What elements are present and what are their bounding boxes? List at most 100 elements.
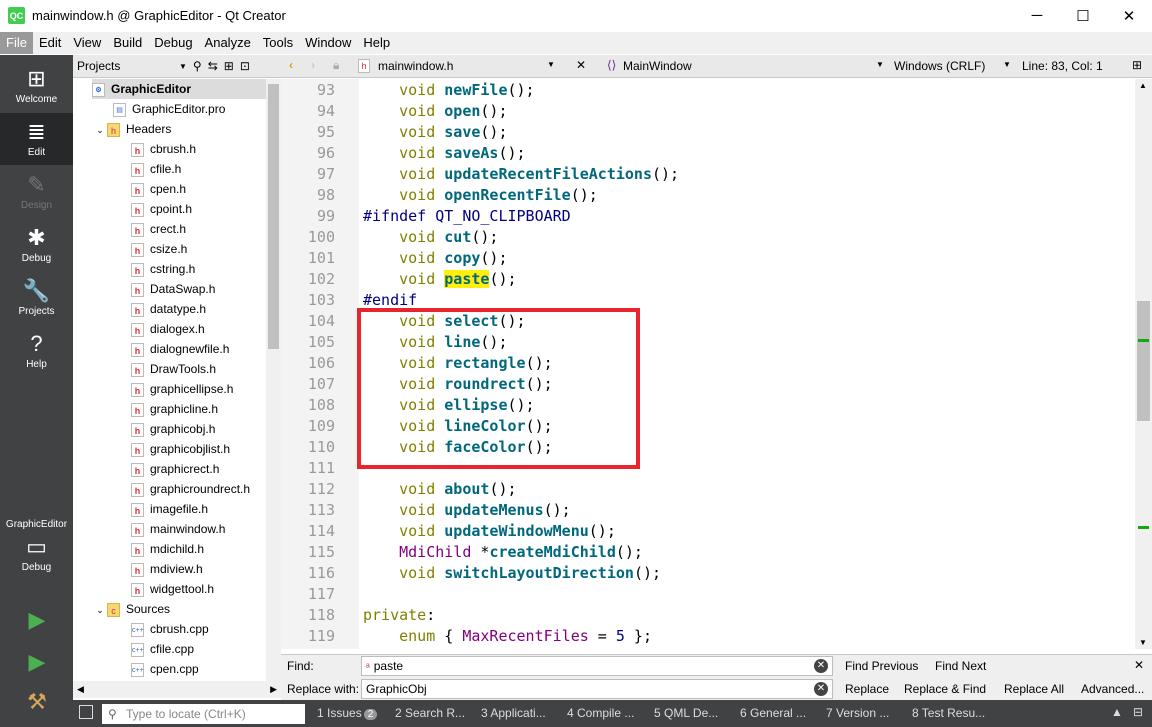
close-button[interactable]: ✕	[1106, 0, 1152, 31]
find-next-button[interactable]: Find Next	[935, 659, 986, 673]
document-dropdown-icon[interactable]: ▼	[547, 60, 555, 69]
tree-item-header[interactable]: h graphicrect.h	[131, 459, 219, 479]
open-document-selector[interactable]: mainwindow.h	[378, 59, 453, 73]
output-tab-3[interactable]: 3 Applicati...	[481, 706, 546, 720]
output-tab-1[interactable]: 1 Issues 2	[317, 706, 378, 720]
replace-button[interactable]: Replace	[845, 682, 889, 696]
tree-item-header[interactable]: h dialognewfile.h	[131, 339, 229, 359]
close-find-icon[interactable]: ✕	[1134, 658, 1144, 672]
tree-item-headers-folder[interactable]: ⌄ h Headers	[93, 119, 171, 139]
tree-item-source[interactable]: c++ cbrush.cpp	[131, 619, 209, 639]
chevron-down-icon[interactable]: ▼	[179, 62, 187, 71]
link-icon[interactable]: ⇆	[208, 59, 218, 73]
toggle-sidebar-icon[interactable]	[79, 705, 93, 719]
tree-item-sources-folder[interactable]: ⌄ c Sources	[93, 599, 170, 619]
tree-item-header[interactable]: h imagefile.h	[131, 499, 208, 519]
menu-analyze[interactable]: Analyze	[199, 32, 257, 54]
menu-window[interactable]: Window	[299, 32, 357, 54]
chevron-down-icon[interactable]: ⌄	[93, 120, 107, 140]
filter-icon[interactable]: ⚲	[193, 59, 202, 73]
tree-item-source[interactable]: c++ cfile.cpp	[131, 639, 194, 659]
chevron-down-icon[interactable]: ⌄	[93, 600, 107, 620]
tree-horizontal-scrollbar[interactable]: ◀ ▶	[73, 681, 281, 698]
tree-item-project-root[interactable]: ⚙ GraphicEditor	[92, 79, 266, 99]
tree-item-header[interactable]: h cstring.h	[131, 259, 195, 279]
forward-arrow-icon[interactable]: ›	[311, 58, 315, 72]
tree-item-source[interactable]: c++ cpen.cpp	[131, 659, 199, 679]
tree-item-header[interactable]: h mdichild.h	[131, 539, 204, 559]
projects-view-selector[interactable]: Projects	[77, 59, 179, 73]
find-options-icon[interactable]: ᵃ	[366, 662, 370, 673]
output-pane-up-icon[interactable]: ▲	[1111, 705, 1123, 719]
tree-item-header[interactable]: h datatype.h	[131, 299, 206, 319]
advanced-button[interactable]: Advanced...	[1081, 682, 1144, 696]
menu-edit[interactable]: Edit	[33, 32, 67, 54]
tree-item-header[interactable]: h graphicobj.h	[131, 419, 215, 439]
output-tab-8[interactable]: 8 Test Resu...	[912, 706, 985, 720]
symbol-dropdown-icon[interactable]: ▼	[876, 60, 884, 69]
tree-scrollbar[interactable]	[266, 79, 281, 681]
menu-help[interactable]: Help	[357, 32, 396, 54]
mode-edit[interactable]: ≣ Edit	[0, 113, 73, 165]
find-previous-button[interactable]: Find Previous	[845, 659, 918, 673]
mode-welcome[interactable]: ⊞ Welcome	[0, 60, 73, 112]
clear-find-icon[interactable]: ✕	[814, 659, 828, 673]
tree-item-header[interactable]: h crect.h	[131, 219, 186, 239]
tree-item-header[interactable]: h graphicroundrect.h	[131, 479, 250, 499]
close-pane-icon[interactable]: ⊡	[240, 59, 250, 73]
minimize-button[interactable]: ─	[1014, 0, 1060, 31]
output-tab-4[interactable]: 4 Compile ...	[567, 706, 634, 720]
find-input[interactable]: ᵃ paste ✕	[361, 656, 833, 676]
menu-view[interactable]: View	[67, 32, 107, 54]
tree-item-header[interactable]: h graphicline.h	[131, 399, 218, 419]
mode-projects[interactable]: 🔧 Projects	[0, 272, 73, 324]
tree-item-header[interactable]: h cbrush.h	[131, 139, 196, 159]
replace-and-find-button[interactable]: Replace & Find	[904, 682, 986, 696]
cursor-position[interactable]: Line: 83, Col: 1	[1022, 59, 1103, 73]
tree-item-header[interactable]: h graphicellipse.h	[131, 379, 233, 399]
tree-item-header[interactable]: h graphicobjlist.h	[131, 439, 230, 459]
output-tab-5[interactable]: 5 QML De...	[654, 706, 718, 720]
tree-item-header[interactable]: h cpen.h	[131, 179, 186, 199]
menu-debug[interactable]: Debug	[148, 32, 198, 54]
output-tab-6[interactable]: 6 General ...	[740, 706, 806, 720]
tree-item-header[interactable]: h DrawTools.h	[131, 359, 216, 379]
tree-item-header[interactable]: h cfile.h	[131, 159, 181, 179]
tree-item-header[interactable]: h mdiview.h	[131, 559, 203, 579]
tree-item-header[interactable]: h DataSwap.h	[131, 279, 215, 299]
menu-tools[interactable]: Tools	[257, 32, 299, 54]
encoding-selector[interactable]: Windows (CRLF)	[894, 59, 985, 73]
menu-build[interactable]: Build	[107, 32, 148, 54]
split-icon[interactable]: ⊞	[224, 59, 234, 73]
debug-run-icon[interactable]: ▶	[22, 647, 52, 677]
clear-replace-icon[interactable]: ✕	[814, 682, 828, 696]
split-editor-icon[interactable]: ⊞	[1132, 58, 1142, 72]
tree-item-header[interactable]: h csize.h	[131, 239, 187, 259]
editor-scrollbar[interactable]: ▲ ▼	[1135, 79, 1152, 649]
locator-input[interactable]: ⚲ Type to locate (Ctrl+K)	[102, 704, 305, 724]
close-document-icon[interactable]: ✕	[576, 58, 586, 72]
replace-all-button[interactable]: Replace All	[1004, 682, 1064, 696]
output-tab-7[interactable]: 7 Version ...	[826, 706, 889, 720]
menu-file[interactable]: File	[0, 32, 33, 54]
line-number: 114	[307, 522, 335, 540]
run-icon[interactable]: ▶	[22, 605, 52, 635]
symbol-selector[interactable]: MainWindow	[623, 59, 692, 73]
output-tab-2[interactable]: 2 Search R...	[395, 706, 465, 720]
tree-item-pro-file[interactable]: ▤ GraphicEditor.pro	[113, 99, 225, 119]
maximize-output-icon[interactable]: ⊟	[1133, 705, 1143, 719]
tree-item-header[interactable]: h mainwindow.h	[131, 519, 225, 539]
mode-design[interactable]: ✎ Design	[0, 166, 73, 218]
tree-item-header[interactable]: h widgettool.h	[131, 579, 214, 599]
mode-help[interactable]: ? Help	[0, 325, 73, 377]
tree-item-header[interactable]: h cpoint.h	[131, 199, 192, 219]
tree-item-header[interactable]: h dialogex.h	[131, 319, 205, 339]
kit-selector[interactable]: GraphicEditor ▭ Debug	[0, 517, 73, 573]
back-arrow-icon[interactable]: ‹	[289, 58, 293, 72]
encoding-dropdown-icon[interactable]: ▼	[1003, 60, 1011, 69]
replace-input[interactable]: GraphicObj ✕	[361, 679, 833, 699]
mode-debug[interactable]: ✱ Debug	[0, 219, 73, 271]
build-hammer-icon[interactable]: ⚒	[22, 687, 52, 717]
maximize-button[interactable]: ☐	[1060, 0, 1106, 31]
project-tree: ⚙ GraphicEditor ▤ GraphicEditor.pro ⌄ h Header…	[73, 79, 266, 681]
